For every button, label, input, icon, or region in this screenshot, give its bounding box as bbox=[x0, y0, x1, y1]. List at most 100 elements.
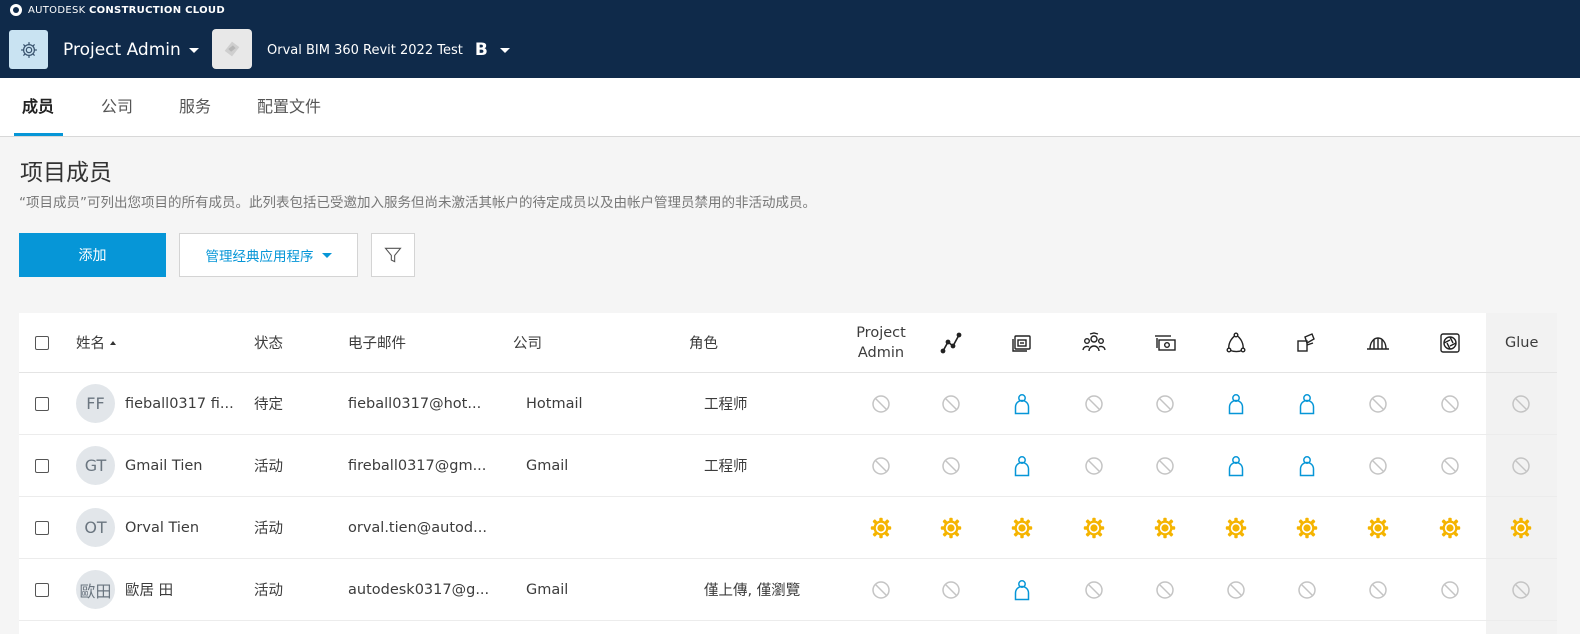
no-access-icon[interactable] bbox=[1292, 559, 1322, 620]
design-collaboration-icon bbox=[1292, 313, 1322, 372]
user-access-icon[interactable] bbox=[1007, 373, 1037, 434]
user-access-icon[interactable] bbox=[1292, 435, 1322, 496]
member-name: 歐居 田 bbox=[125, 583, 174, 599]
tab-members[interactable]: 成员 bbox=[22, 95, 54, 119]
admin-gear-icon[interactable] bbox=[1292, 497, 1322, 558]
admin-gear-icon[interactable] bbox=[1079, 497, 1109, 558]
col-name-header[interactable]: 姓名 bbox=[76, 313, 116, 372]
member-role: 工程师 bbox=[704, 459, 748, 475]
tab-companies[interactable]: 公司 bbox=[101, 95, 133, 119]
member-status: 活动 bbox=[254, 521, 283, 537]
admin-gear-icon[interactable] bbox=[1506, 497, 1536, 558]
member-company: Hotmail bbox=[526, 395, 583, 412]
no-access-icon[interactable] bbox=[1435, 435, 1465, 496]
member-status: 活动 bbox=[254, 459, 283, 475]
table-row[interactable]: GT Gmail Tien 活动 fireball0317@gm... Gmail 工程师 bbox=[19, 435, 1557, 497]
member-name-cell[interactable]: OT Orval Tien bbox=[76, 497, 236, 558]
admin-gear-icon[interactable] bbox=[936, 497, 966, 558]
members-table: 姓名 状态 电子邮件 公司 角色 Project Admin Glue FF f… bbox=[19, 313, 1557, 634]
document-management-icon bbox=[1007, 313, 1037, 372]
no-access-icon[interactable] bbox=[1435, 373, 1465, 434]
admin-gear-icon[interactable] bbox=[1363, 497, 1393, 558]
table-row[interactable]: 歐田 歐居 田 活动 autodesk0317@g... Gmail 僅上傳, 僅瀏覽 bbox=[19, 559, 1557, 621]
chevron-down-icon bbox=[321, 252, 332, 258]
member-name: fieball0317 fi... bbox=[125, 395, 234, 412]
no-access-icon[interactable] bbox=[1363, 435, 1393, 496]
no-access-icon[interactable] bbox=[1079, 559, 1109, 620]
active-tab-indicator bbox=[14, 133, 63, 136]
user-access-icon[interactable] bbox=[1221, 435, 1251, 496]
member-name-cell[interactable]: GT Gmail Tien bbox=[76, 435, 236, 496]
tab-profile[interactable]: 配置文件 bbox=[257, 95, 321, 119]
no-access-icon[interactable] bbox=[1150, 559, 1180, 620]
page-title: 项目成员 bbox=[20, 160, 112, 186]
avatar: 歐田 bbox=[76, 570, 115, 609]
filter-button[interactable] bbox=[371, 233, 415, 277]
page-description: “项目成员”可列出您项目的所有成员。此列表包括已受邀加入服务但尚未激活其帐户的待… bbox=[19, 195, 816, 211]
brand-construction-cloud: CONSTRUCTION CLOUD bbox=[88, 4, 225, 16]
add-member-button[interactable]: 添加 bbox=[19, 233, 166, 277]
row-checkbox[interactable] bbox=[35, 582, 49, 597]
row-checkbox[interactable] bbox=[35, 396, 49, 411]
no-access-icon[interactable] bbox=[866, 373, 896, 434]
no-access-icon[interactable] bbox=[1363, 373, 1393, 434]
brand: AUTODESK CONSTRUCTION CLOUD bbox=[10, 3, 225, 17]
camera-shutter-icon bbox=[1435, 313, 1465, 372]
no-access-icon[interactable] bbox=[1079, 435, 1109, 496]
manage-classic-apps-dropdown[interactable]: 管理经典应用程序 bbox=[179, 233, 358, 277]
no-access-icon[interactable] bbox=[1506, 373, 1536, 434]
row-checkbox[interactable] bbox=[35, 520, 49, 535]
col-email-header[interactable]: 电子邮件 bbox=[348, 313, 406, 372]
team-icon bbox=[1079, 313, 1109, 372]
admin-gear-icon[interactable] bbox=[1435, 497, 1465, 558]
no-access-icon[interactable] bbox=[866, 559, 896, 620]
chevron-down-icon bbox=[188, 47, 199, 53]
col-status-header[interactable]: 状态 bbox=[254, 313, 283, 372]
no-access-icon[interactable] bbox=[1079, 373, 1109, 434]
no-access-icon[interactable] bbox=[1435, 559, 1465, 620]
module-switcher[interactable]: Project Admin bbox=[63, 37, 199, 63]
admin-gear-icon[interactable] bbox=[1007, 497, 1037, 558]
no-access-icon[interactable] bbox=[936, 373, 966, 434]
no-access-icon[interactable] bbox=[1506, 435, 1536, 496]
admin-gear-icon[interactable] bbox=[1221, 497, 1251, 558]
project-switcher[interactable]: Orval BIM 360 Revit 2022 Test B bbox=[267, 37, 510, 63]
no-access-icon[interactable] bbox=[936, 559, 966, 620]
member-email: orval.tien@autod... bbox=[348, 519, 487, 536]
member-email: fieball0317@hot... bbox=[348, 395, 482, 412]
member-name-cell[interactable]: FF fieball0317 fi... bbox=[76, 373, 236, 434]
no-access-icon[interactable] bbox=[1363, 559, 1393, 620]
member-name-cell[interactable]: 歐田 歐居 田 bbox=[76, 559, 236, 620]
user-access-icon[interactable] bbox=[1007, 559, 1037, 620]
user-access-icon[interactable] bbox=[1292, 373, 1322, 434]
admin-gear-icon[interactable] bbox=[866, 497, 896, 558]
no-access-icon[interactable] bbox=[1221, 559, 1251, 620]
row-checkbox[interactable] bbox=[35, 458, 49, 473]
member-role: 僅上傳, 僅瀏覽 bbox=[704, 583, 801, 599]
no-access-icon[interactable] bbox=[866, 435, 896, 496]
col-company-header[interactable]: 公司 bbox=[513, 313, 542, 372]
manage-classic-apps-label: 管理经典应用程序 bbox=[205, 249, 314, 265]
col-role-header[interactable]: 角色 bbox=[689, 313, 718, 372]
user-access-icon[interactable] bbox=[1007, 435, 1037, 496]
chevron-down-icon bbox=[499, 47, 510, 53]
user-access-icon[interactable] bbox=[1221, 373, 1251, 434]
table-row[interactable]: OT Orval Tien 活动 orval.tien@autod... bbox=[19, 497, 1557, 559]
member-email: fireball0317@gm... bbox=[348, 457, 487, 474]
no-access-icon[interactable] bbox=[1150, 373, 1180, 434]
project-thumbnail[interactable] bbox=[212, 29, 252, 69]
no-access-icon[interactable] bbox=[1150, 435, 1180, 496]
no-access-icon[interactable] bbox=[1506, 559, 1536, 620]
cost-icon bbox=[1150, 313, 1180, 372]
no-access-icon[interactable] bbox=[936, 435, 966, 496]
table-row[interactable]: FF fieball0317 fi... 待定 fieball0317@hot... H… bbox=[19, 373, 1557, 435]
col-glue-header: Glue bbox=[1505, 334, 1539, 351]
member-name: Orval Tien bbox=[125, 519, 200, 536]
tab-services[interactable]: 服务 bbox=[179, 95, 211, 119]
admin-gear-icon[interactable] bbox=[1150, 497, 1180, 558]
member-company: Gmail bbox=[526, 581, 569, 598]
select-all-checkbox[interactable] bbox=[35, 335, 49, 350]
gear-icon bbox=[20, 41, 37, 58]
settings-button[interactable] bbox=[9, 30, 48, 69]
top-header: AUTODESK CONSTRUCTION CLOUD Project Admi… bbox=[0, 0, 1580, 78]
